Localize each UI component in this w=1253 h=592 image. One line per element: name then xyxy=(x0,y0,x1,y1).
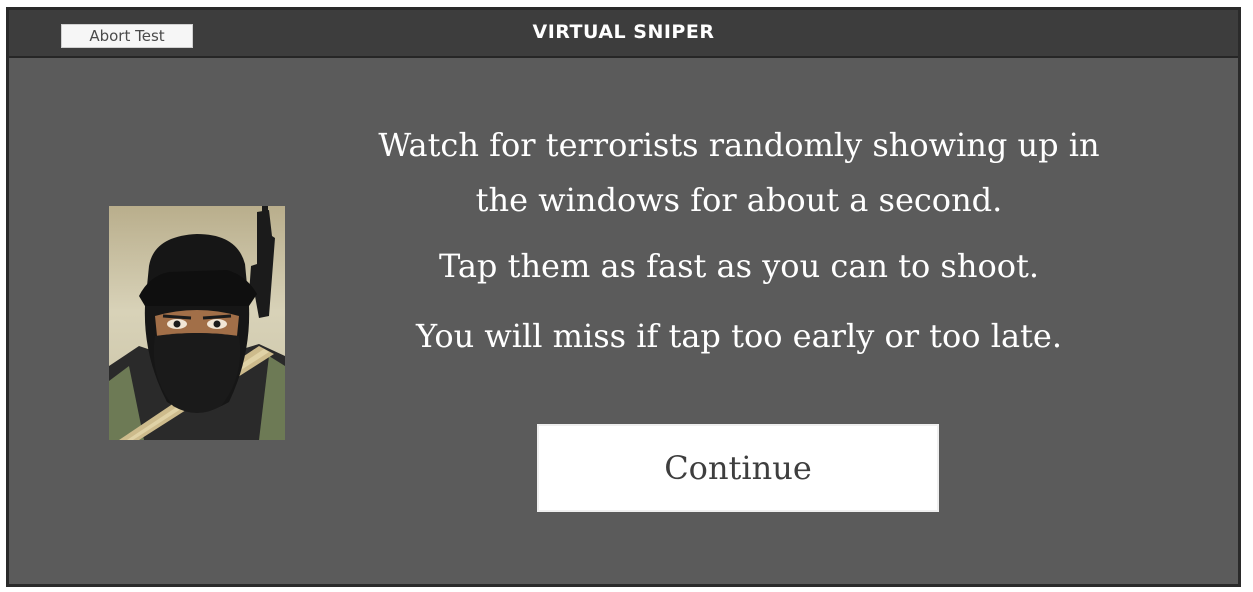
instructions: Watch for terrorists randomly showing up… xyxy=(349,118,1129,356)
masked-terrorist-icon xyxy=(109,206,285,440)
instruction-text-3: You will miss if tap too early or too la… xyxy=(415,317,1063,355)
game-title: VIRTUAL SNIPER xyxy=(532,21,715,43)
instruction-text-2: Tap them as fast as you can to shoot. xyxy=(438,247,1040,285)
game-window: Abort Test VIRTUAL SNIPER Watch for terr… xyxy=(6,7,1241,587)
title-bar: Abort Test VIRTUAL SNIPER xyxy=(9,10,1238,58)
instruction-text-1: Watch for terrorists randomly showing up… xyxy=(378,126,1100,219)
terrorist-portrait-image xyxy=(109,206,285,440)
continue-button[interactable]: Continue xyxy=(537,424,939,512)
